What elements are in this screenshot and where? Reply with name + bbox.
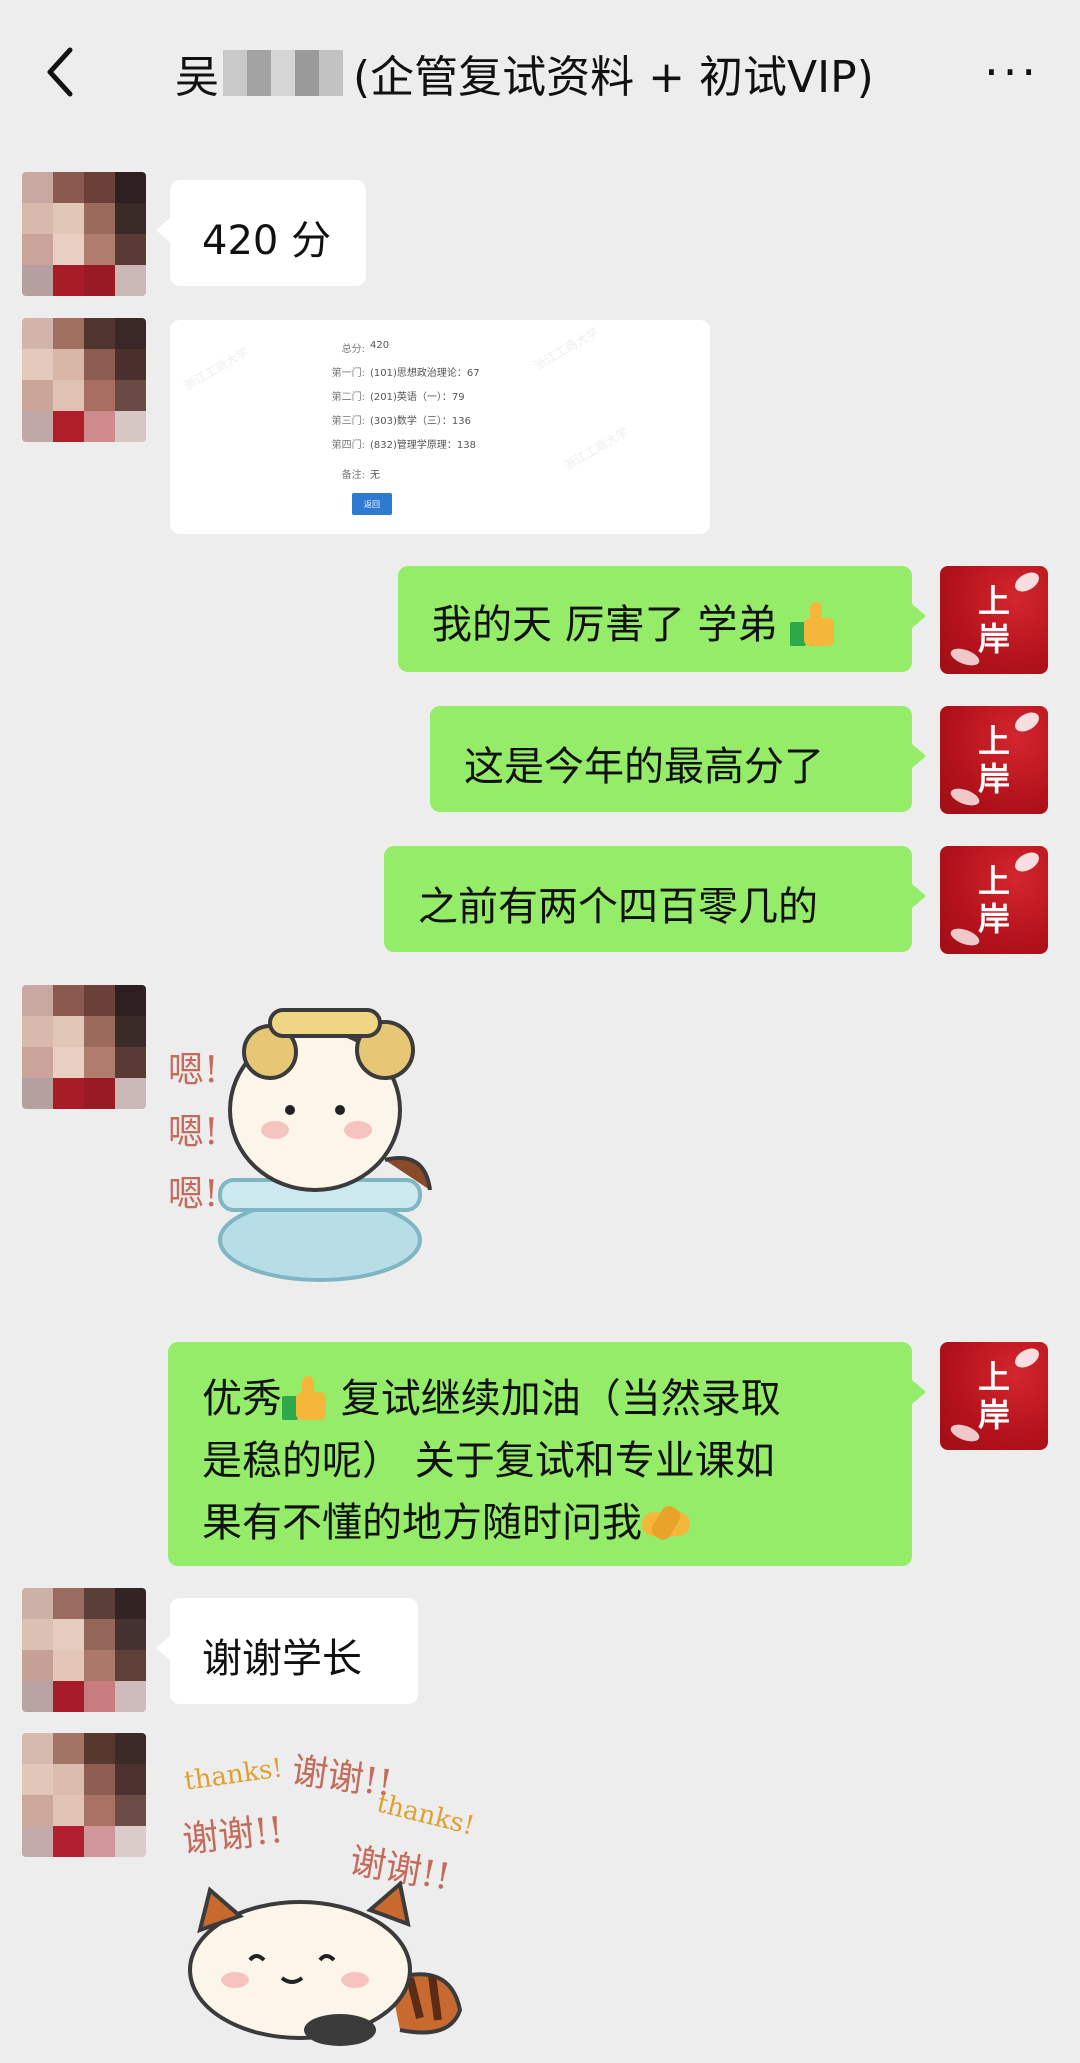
message-text: 420 分 (202, 218, 332, 264)
thumbs-up-icon (790, 600, 836, 646)
title-name-redacted (223, 50, 343, 96)
contact-avatar[interactable] (22, 1733, 146, 1857)
sticker-text: thanks! (182, 1753, 285, 1797)
self-avatar[interactable]: 上岸 (940, 566, 1048, 674)
koi-fish-icon (1011, 568, 1043, 596)
self-avatar-label: 上岸 (977, 722, 1010, 798)
thumbs-up-icon (282, 1374, 328, 1420)
message-text: 谢谢学长 (202, 1636, 362, 1682)
title-name: 吴 (175, 52, 219, 103)
incoming-message[interactable]: 420 分 (156, 180, 366, 286)
subject-score: (101)思想政治理论：67 (370, 368, 480, 379)
message-text: 之前有两个四百零几的 (418, 884, 818, 930)
score-screenshot-image[interactable]: 浙江工商大学 浙江工商大学 浙江工商大学 总分: 420 第一门: (101)思… (170, 320, 710, 534)
subject-label: 第一门: (331, 368, 365, 379)
title-group-label: (企管复试资料 + 初试VIP) (353, 52, 874, 103)
outgoing-message[interactable]: 之前有两个四百零几的 (384, 846, 926, 952)
remark-value: 无 (370, 470, 380, 481)
message-text: 这是今年的最高分了 (464, 744, 824, 790)
sticker-text: 谢谢!! (180, 1809, 286, 1862)
watermark: 浙江工商大学 (531, 324, 601, 373)
sticker-text: thanks! (373, 1788, 478, 1842)
chat-header: 吴 (企管复试资料 + 初试VIP) ··· (0, 0, 1080, 145)
self-avatar[interactable]: 上岸 (940, 706, 1048, 814)
subject-label: 第四门: (331, 440, 365, 451)
outgoing-message[interactable]: 这是今年的最高分了 (430, 706, 926, 812)
subject-label: 第二门: (331, 392, 365, 403)
remark-label: 备注: (341, 470, 365, 481)
contact-avatar[interactable] (22, 1588, 146, 1712)
koi-fish-icon (1011, 708, 1043, 736)
back-button: 返回 (352, 493, 392, 515)
subject-score: (303)数学（三）：136 (370, 416, 471, 427)
outgoing-message[interactable]: 我的天 厉害了 学弟 (398, 566, 926, 672)
subject-score: (832)管理学原理：138 (370, 440, 476, 451)
message-text: 我的天 厉害了 学弟 (432, 602, 778, 648)
message-text: 优秀 (202, 1376, 282, 1422)
back-arrow-icon[interactable] (40, 44, 80, 100)
koi-fish-icon (1011, 848, 1043, 876)
message-text: 果有不懂的地方随时问我 (202, 1500, 642, 1546)
handshake-icon (642, 1503, 690, 1543)
self-avatar[interactable]: 上岸 (940, 1342, 1048, 1450)
subject-label: 第三门: (331, 416, 365, 427)
more-options-icon[interactable]: ··· (984, 49, 1040, 95)
sticker-hamster-bath[interactable]: 嗯! 嗯! 嗯! (168, 990, 490, 1310)
message-text: 是稳的呢） 关于复试和专业课如 (202, 1438, 775, 1484)
contact-avatar[interactable] (22, 318, 146, 442)
sticker-thanks[interactable]: thanks! 谢谢!! 谢谢!! thanks! 谢谢!! (170, 1740, 500, 2050)
subject-score: (201)英语（一）：79 (370, 392, 465, 403)
red-panda-sticker (188, 1880, 463, 2046)
koi-fish-icon (1011, 1344, 1043, 1372)
watermark: 浙江工商大学 (561, 424, 631, 473)
incoming-message[interactable]: 谢谢学长 (156, 1598, 418, 1704)
self-avatar-label: 上岸 (977, 862, 1010, 938)
self-avatar[interactable]: 上岸 (940, 846, 1048, 954)
outgoing-message[interactable]: 优秀 复试继续加油（当然录取 是稳的呢） 关于复试和专业课如 果有不懂的地方随时… (168, 1342, 926, 1566)
self-avatar-label: 上岸 (977, 1358, 1010, 1434)
chat-title: 吴 (企管复试资料 + 初试VIP) (175, 38, 874, 108)
watermark: 浙江工商大学 (181, 344, 251, 393)
total-label: 总分: (341, 344, 365, 355)
message-text: 复试继续加油（当然录取 (340, 1376, 781, 1422)
sticker-text: 嗯! 嗯! 嗯! (168, 1050, 219, 1215)
self-avatar-label: 上岸 (977, 582, 1010, 658)
contact-avatar[interactable] (22, 985, 146, 1109)
contact-avatar[interactable] (22, 172, 146, 296)
total-value: 420 (370, 340, 390, 351)
